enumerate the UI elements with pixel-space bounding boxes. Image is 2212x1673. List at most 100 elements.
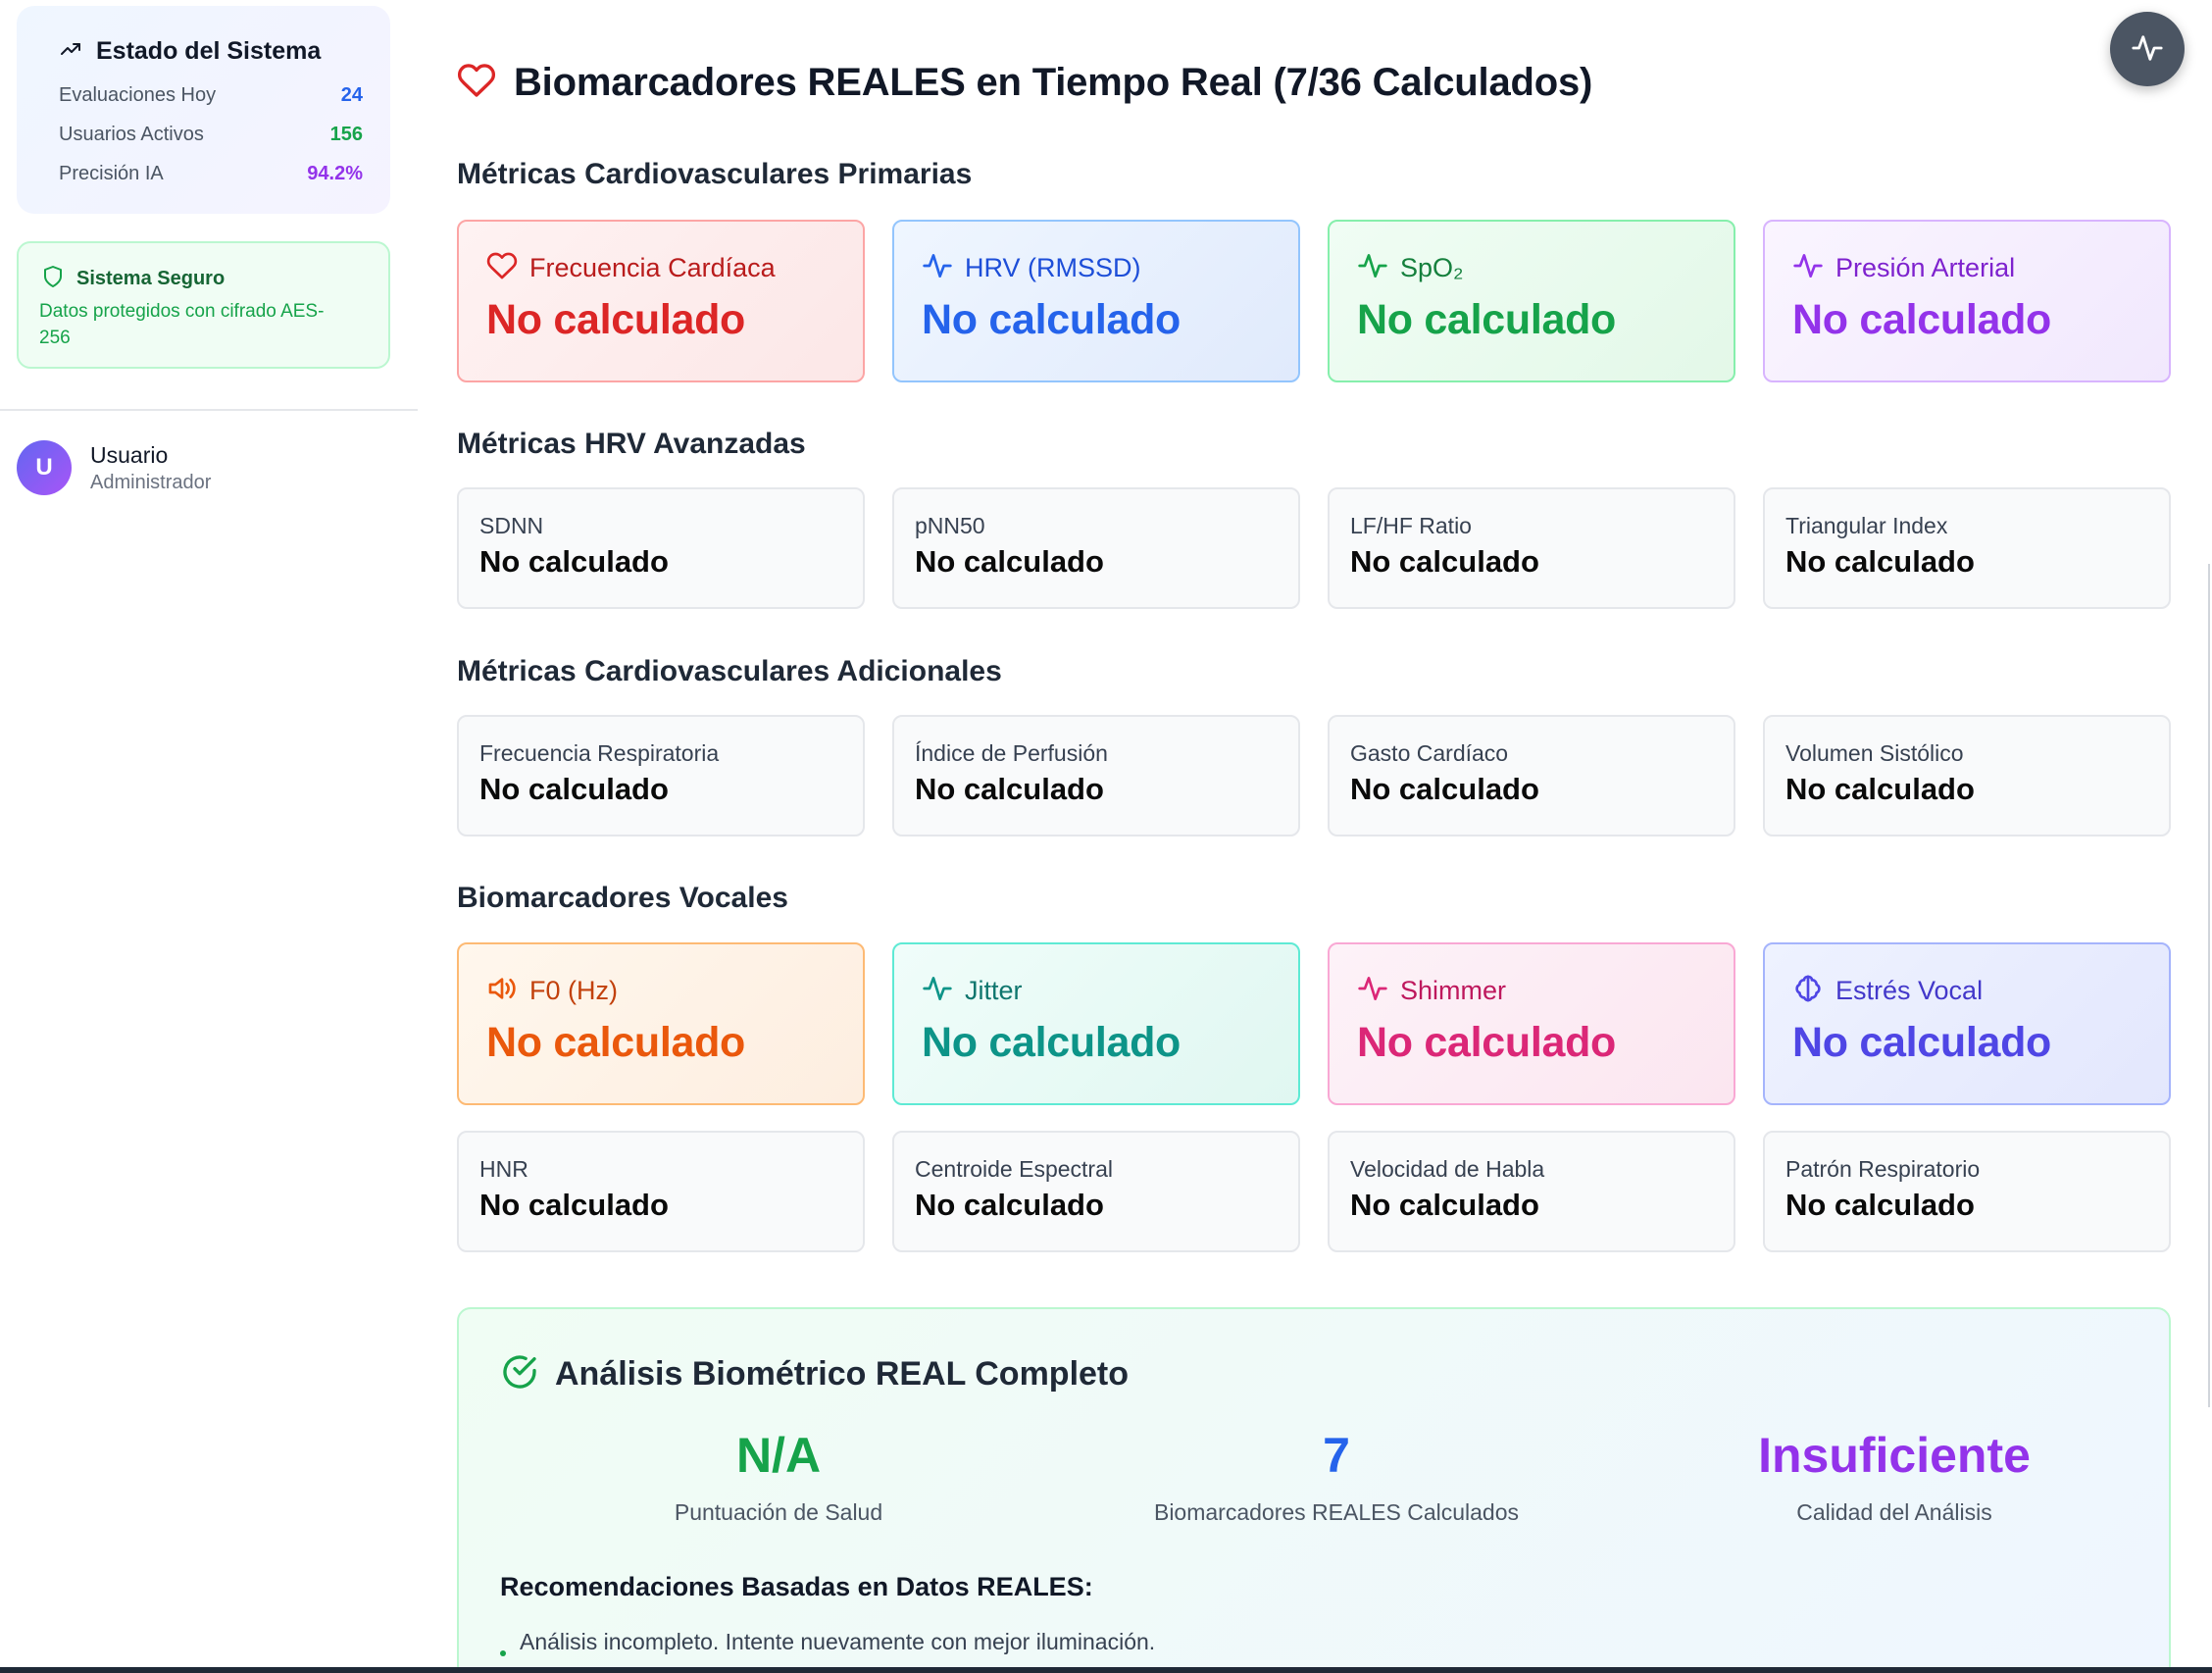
- scrollbar[interactable]: [2208, 564, 2210, 1407]
- metric-label: HNR: [479, 1156, 528, 1182]
- metric-value: No calculado: [1350, 544, 1539, 579]
- additional-metrics-grid: Frecuencia Respiratoria No calculado Índ…: [457, 715, 2171, 836]
- system-status-card: Estado del Sistema Evaluaciones Hoy 24 U…: [17, 6, 390, 214]
- summary-stat-label: Calidad del Análisis: [1796, 1499, 1992, 1525]
- vocal-extra-metrics-grid: HNR No calculado Centroide Espectral No …: [457, 1131, 2171, 1252]
- user-profile[interactable]: U Usuario Administrador: [17, 440, 211, 495]
- metric-value: No calculado: [1785, 1188, 1975, 1222]
- metric-label: Velocidad de Habla: [1350, 1156, 1545, 1182]
- metric-value: No calculado: [479, 1188, 669, 1222]
- summary-stat-value: 7: [1323, 1428, 1350, 1483]
- metric-label: Gasto Cardíaco: [1350, 740, 1509, 766]
- metric-card-spo2: SpO₂ No calculado: [1328, 220, 1735, 382]
- avatar[interactable]: U: [17, 440, 72, 495]
- metric-card-respiratory-rate: Frecuencia Respiratoria No calculado: [457, 715, 865, 836]
- metric-label: Frecuencia Respiratoria: [479, 740, 720, 766]
- metric-value: No calculado: [1792, 1019, 2052, 1066]
- summary-header: Análisis Biométrico REAL Completo: [500, 1352, 1129, 1396]
- metric-label: Triangular Index: [1785, 513, 1948, 538]
- metric-label: Patrón Respiratorio: [1785, 1156, 1981, 1182]
- metric-label: Centroide Espectral: [915, 1156, 1113, 1182]
- stat-row-ai-precision: Precisión IA 94.2%: [59, 159, 364, 188]
- metric-value: No calculado: [915, 1188, 1104, 1222]
- primary-metrics-grid: Frecuencia Cardíaca No calculado HRV (RM…: [457, 220, 2171, 382]
- summary-stat-analysis-quality: Insuficiente Calidad del Análisis: [1616, 1425, 2173, 1526]
- metric-label: SDNN: [479, 513, 544, 538]
- activity-icon: [1792, 250, 1824, 286]
- metric-value: No calculado: [922, 296, 1181, 343]
- brain-icon: [1792, 973, 1824, 1009]
- metric-card-shimmer: Shimmer No calculado: [1328, 942, 1735, 1105]
- metric-value: No calculado: [479, 772, 669, 806]
- section-title-additional: Métricas Cardiovasculares Adicionales: [457, 655, 1002, 687]
- metric-label: Shimmer: [1400, 975, 1507, 1005]
- summary-stat-label: Biomarcadores REALES Calculados: [1153, 1499, 1519, 1525]
- summary-stat-health-score: N/A Puntuación de Salud: [500, 1425, 1057, 1526]
- summary-title: Análisis Biométrico REAL Completo: [555, 1355, 1130, 1393]
- metric-card-stroke-volume: Volumen Sistólico No calculado: [1763, 715, 2171, 836]
- main-content: Biomarcadores REALES en Tiempo Real (7/3…: [418, 0, 2212, 1673]
- metric-card-jitter: Jitter No calculado: [892, 942, 1300, 1105]
- stat-row-active-users: Usuarios Activos 156: [59, 120, 364, 149]
- stat-value: 156: [329, 123, 363, 145]
- activity-icon: [922, 973, 953, 1009]
- metric-card-f0: F0 (Hz) No calculado: [457, 942, 865, 1105]
- system-status-header: Estado del Sistema: [59, 31, 364, 71]
- stat-value: 24: [340, 83, 363, 106]
- summary-stat-value: Insuficiente: [1758, 1428, 2031, 1483]
- metric-value: No calculado: [915, 544, 1104, 579]
- metric-label: Estrés Vocal: [1835, 975, 1984, 1005]
- analysis-summary-card: Análisis Biométrico REAL Completo N/A Pu…: [457, 1307, 2171, 1673]
- stat-row-evaluations: Evaluaciones Hoy 24: [59, 80, 364, 110]
- window-bottom-edge: [0, 1667, 2212, 1673]
- metric-card-pnn50: pNN50 No calculado: [892, 487, 1300, 609]
- stat-label: Usuarios Activos: [59, 123, 204, 145]
- metric-card-blood-pressure: Presión Arterial No calculado: [1763, 220, 2171, 382]
- metric-card-sdnn: SDNN No calculado: [457, 487, 865, 609]
- metric-label: Jitter: [965, 975, 1023, 1005]
- metric-label: SpO₂: [1400, 252, 1464, 282]
- metric-label: F0 (Hz): [529, 975, 618, 1005]
- recommendation-item: Análisis incompleto. Intente nuevamente …: [500, 1629, 1155, 1656]
- page-title: Biomarcadores REALES en Tiempo Real (7/3…: [514, 61, 1593, 104]
- bullet-icon: [500, 1650, 506, 1656]
- sidebar: Estado del Sistema Evaluaciones Hoy 24 U…: [0, 0, 418, 1667]
- stat-label: Precisión IA: [59, 162, 164, 184]
- metric-value: No calculado: [1357, 1019, 1617, 1066]
- summary-stat-value: N/A: [735, 1428, 822, 1483]
- metric-card-hrv: HRV (RMSSD) No calculado: [892, 220, 1300, 382]
- activity-icon: [1357, 250, 1388, 286]
- metric-value: No calculado: [1785, 772, 1975, 806]
- system-status-title: Estado del Sistema: [96, 36, 322, 65]
- metric-value: No calculado: [915, 772, 1104, 806]
- metric-value: No calculado: [1350, 772, 1539, 806]
- section-title-vocal: Biomarcadores Vocales: [457, 882, 788, 914]
- page-header: Biomarcadores REALES en Tiempo Real (7/3…: [457, 61, 1592, 105]
- stat-label: Evaluaciones Hoy: [59, 83, 217, 106]
- metric-card-triangular-index: Triangular Index No calculado: [1763, 487, 2171, 609]
- secure-system-header: Sistema Seguro: [41, 263, 368, 294]
- metric-label: Índice de Perfusión: [915, 740, 1108, 766]
- summary-stat-label: Puntuación de Salud: [674, 1499, 883, 1525]
- activity-fab-button[interactable]: [2110, 12, 2185, 86]
- recommendations-title: Recomendaciones Basadas en Datos REALES:: [500, 1572, 1093, 1601]
- metric-value: No calculado: [486, 296, 746, 343]
- metric-value: No calculado: [1785, 544, 1975, 579]
- activity-icon: [922, 250, 953, 286]
- secure-system-title: Sistema Seguro: [76, 267, 226, 289]
- activity-icon: [2131, 31, 2164, 68]
- metric-card-heart-rate: Frecuencia Cardíaca No calculado: [457, 220, 865, 382]
- section-title-primary: Métricas Cardiovasculares Primarias: [457, 158, 973, 190]
- metric-card-vocal-stress: Estrés Vocal No calculado: [1763, 942, 2171, 1105]
- metric-label: Volumen Sistólico: [1785, 740, 1964, 766]
- volume-icon: [486, 973, 518, 1009]
- metric-label: HRV (RMSSD): [965, 252, 1141, 282]
- summary-stat-biomarkers-count: 7 Biomarcadores REALES Calculados: [1058, 1425, 1615, 1526]
- metric-value: No calculado: [479, 544, 669, 579]
- metric-card-cardiac-output: Gasto Cardíaco No calculado: [1328, 715, 1735, 836]
- secure-system-text: Datos protegidos con cifrado AES-256: [39, 301, 325, 348]
- metric-label: pNN50: [915, 513, 985, 538]
- metric-card-hnr: HNR No calculado: [457, 1131, 865, 1252]
- metric-value: No calculado: [1350, 1188, 1539, 1222]
- metric-card-breathing-pattern: Patrón Respiratorio No calculado: [1763, 1131, 2171, 1252]
